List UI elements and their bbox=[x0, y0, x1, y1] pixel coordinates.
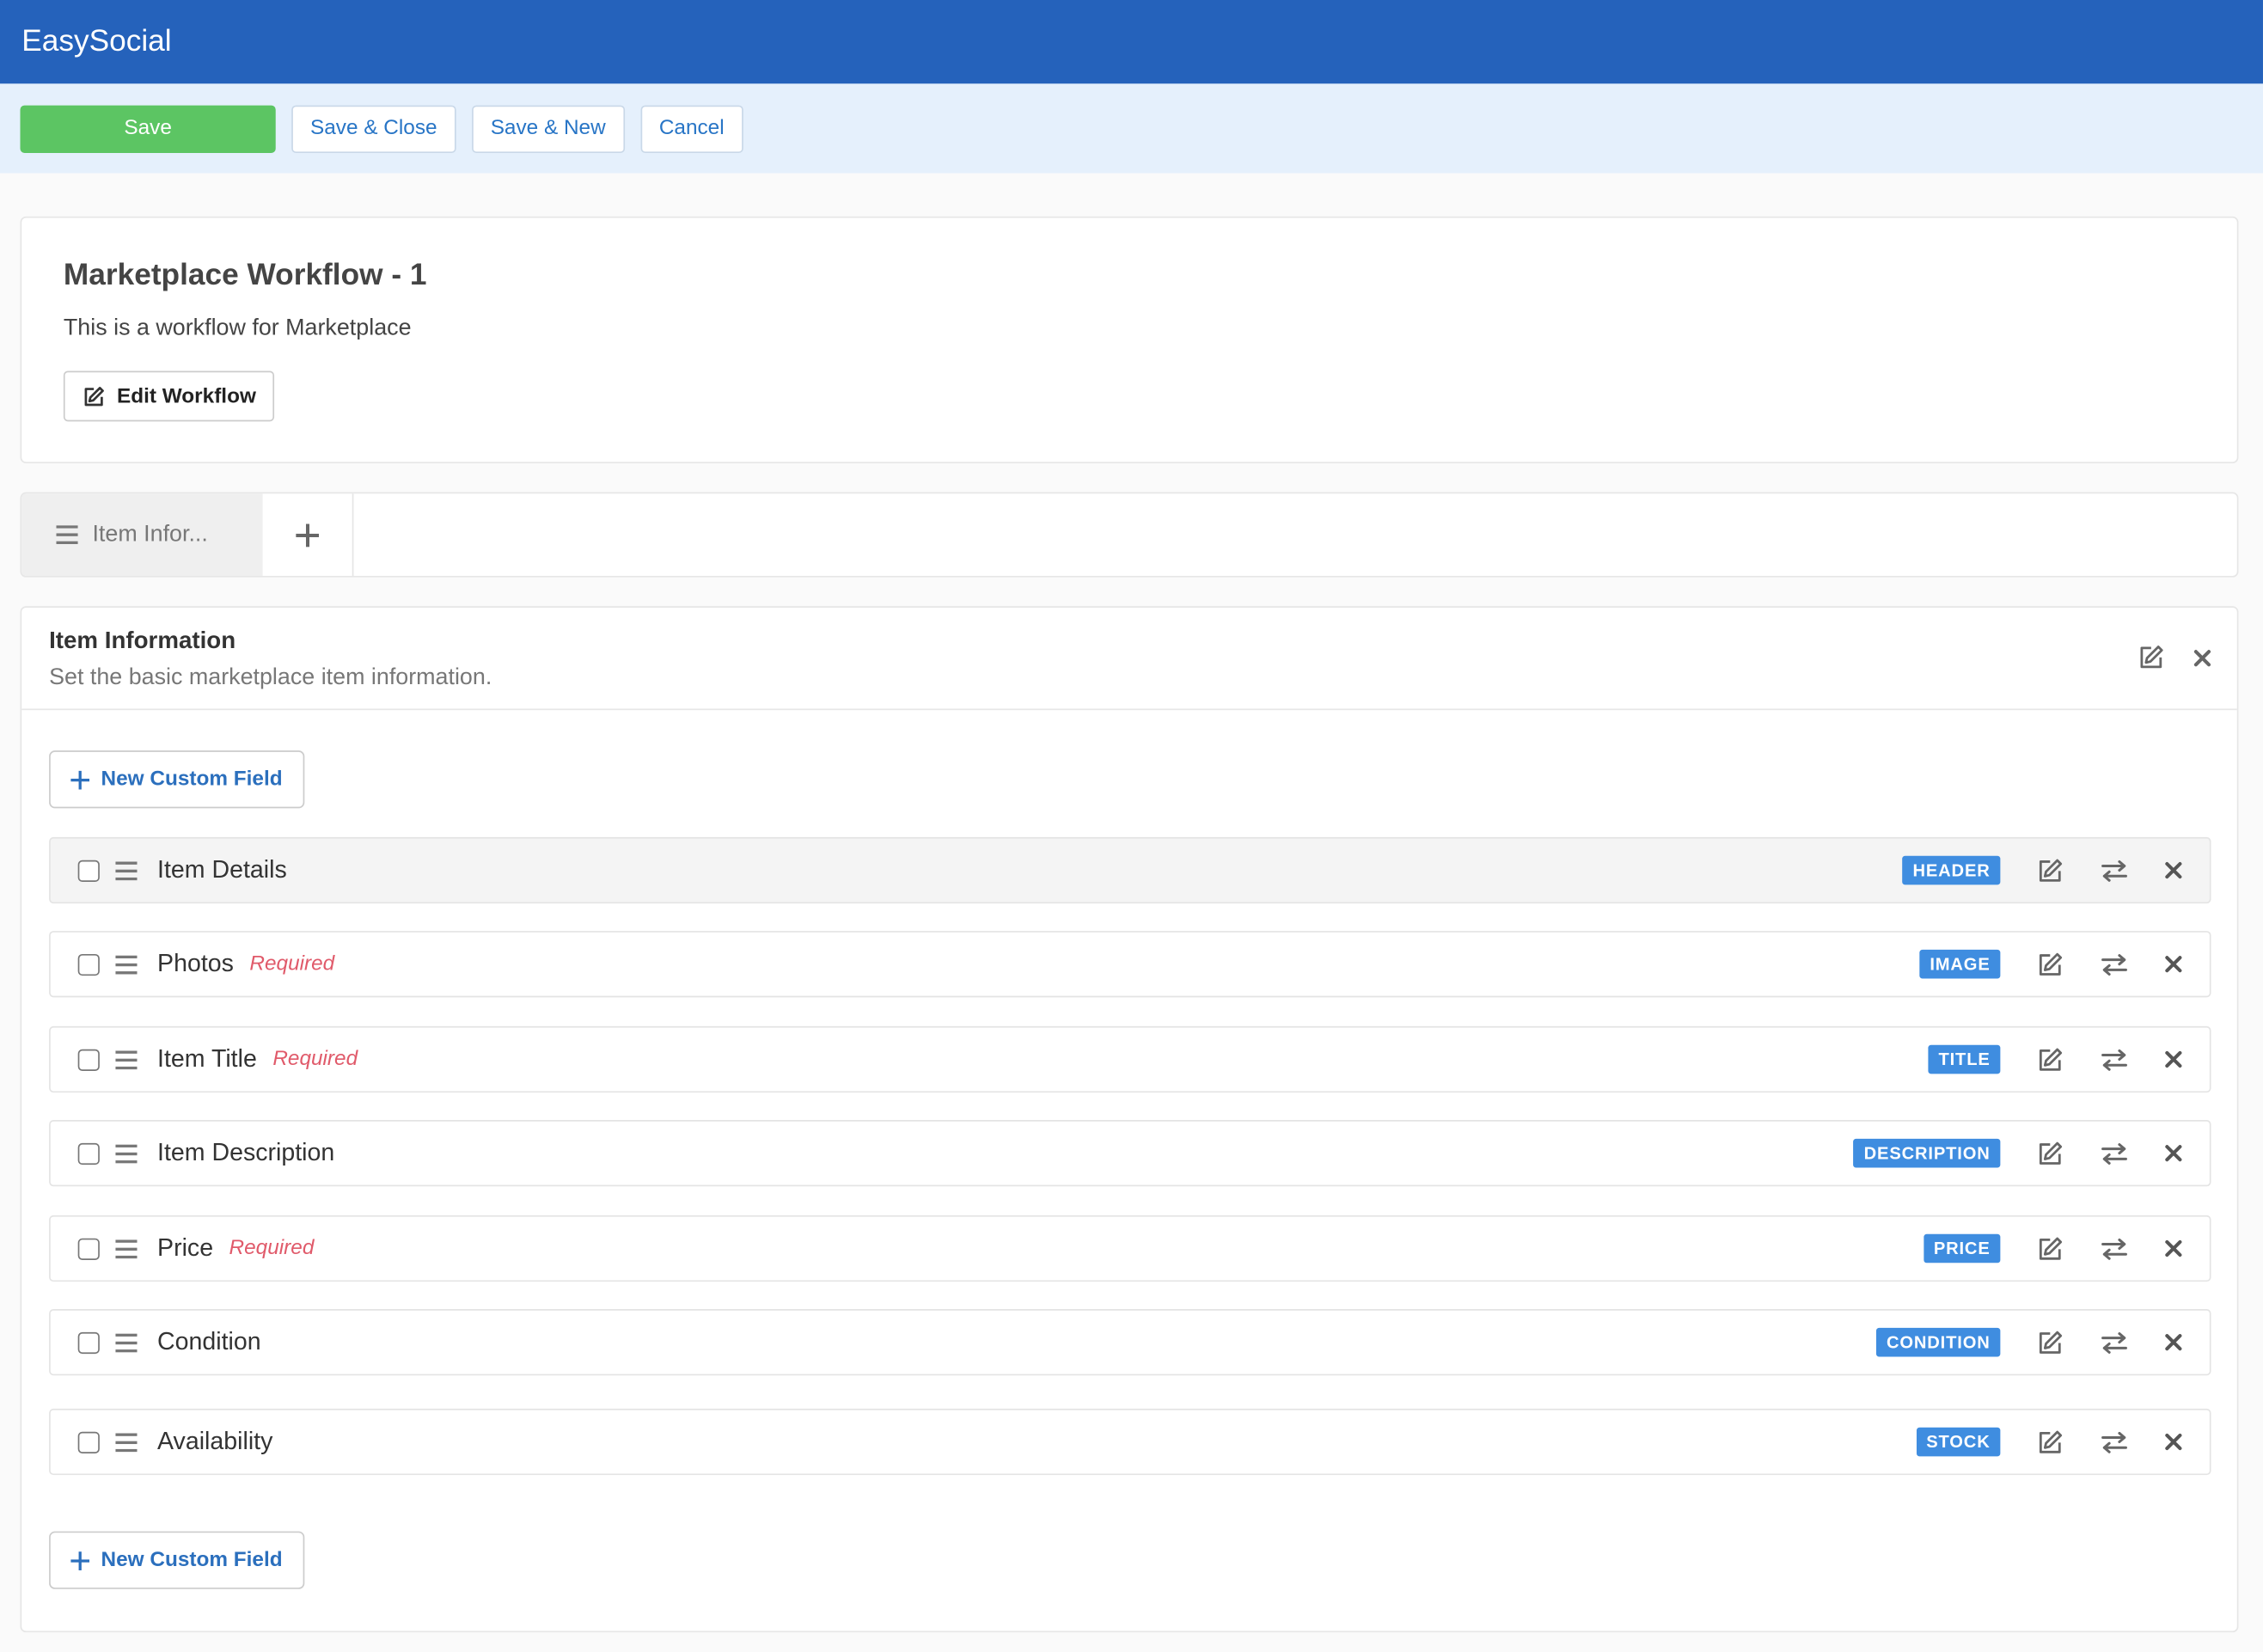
section-title: Item Information bbox=[49, 627, 236, 654]
workflow-title: Marketplace Workflow - 1 bbox=[63, 258, 427, 292]
edit-icon[interactable] bbox=[2036, 1429, 2064, 1456]
field-checkbox[interactable] bbox=[77, 953, 100, 976]
action-toolbar: Save Save & Close Save & New Cancel bbox=[0, 83, 2263, 174]
field-actions bbox=[2036, 1235, 2182, 1263]
field-type-badge: DESCRIPTION bbox=[1853, 1138, 2001, 1168]
section-actions bbox=[2138, 644, 2211, 671]
drag-handle-icon[interactable] bbox=[115, 1049, 138, 1069]
edit-icon[interactable] bbox=[2138, 644, 2165, 671]
cancel-button[interactable]: Cancel bbox=[639, 104, 743, 153]
step-tabs: Item Infor... bbox=[20, 492, 2239, 578]
close-icon[interactable] bbox=[2165, 1433, 2182, 1451]
field-label: Item Description bbox=[157, 1138, 335, 1166]
new-custom-field-label: New Custom Field bbox=[101, 1548, 283, 1572]
step-section: Item Information Set the basic marketpla… bbox=[20, 606, 2239, 1633]
tab-item-information[interactable]: Item Infor... bbox=[21, 493, 263, 577]
close-icon[interactable] bbox=[2165, 1145, 2182, 1162]
edit-icon[interactable] bbox=[2036, 1046, 2064, 1074]
plus-icon bbox=[70, 769, 90, 789]
field-row[interactable]: Price Required PRICE bbox=[49, 1215, 2211, 1282]
required-indicator: Required bbox=[229, 1237, 315, 1260]
swap-icon[interactable] bbox=[2101, 1142, 2127, 1165]
edit-icon[interactable] bbox=[2036, 951, 2064, 978]
edit-workflow-button[interactable]: Edit Workflow bbox=[63, 370, 275, 422]
new-custom-field-button[interactable]: New Custom Field bbox=[49, 1531, 304, 1589]
top-bar: EasySocial bbox=[0, 0, 2263, 84]
close-icon[interactable] bbox=[2193, 649, 2211, 666]
drag-handle-icon[interactable] bbox=[115, 954, 138, 974]
close-icon[interactable] bbox=[2165, 956, 2182, 973]
required-indicator: Required bbox=[272, 1048, 358, 1071]
field-checkbox[interactable] bbox=[77, 1331, 100, 1354]
field-type-badge: PRICE bbox=[1924, 1233, 2001, 1263]
app-title: EasySocial bbox=[21, 24, 172, 58]
new-custom-field-button[interactable]: New Custom Field bbox=[49, 750, 304, 809]
new-custom-field-label: New Custom Field bbox=[101, 768, 283, 792]
field-row[interactable]: Item Title Required TITLE bbox=[49, 1025, 2211, 1093]
field-row[interactable]: Condition CONDITION bbox=[49, 1309, 2211, 1376]
field-label: Condition bbox=[157, 1327, 261, 1355]
field-actions bbox=[2036, 1329, 2182, 1356]
field-checkbox[interactable] bbox=[77, 1048, 100, 1071]
edit-icon[interactable] bbox=[2036, 1329, 2064, 1356]
save-close-button[interactable]: Save & Close bbox=[291, 104, 456, 153]
field-label: Item Details bbox=[157, 855, 287, 884]
field-type-badge: CONDITION bbox=[1876, 1327, 2001, 1357]
edit-icon[interactable] bbox=[2036, 1140, 2064, 1167]
field-checkbox[interactable] bbox=[77, 1142, 100, 1165]
field-row[interactable]: Photos Required IMAGE bbox=[49, 931, 2211, 998]
swap-icon[interactable] bbox=[2101, 953, 2127, 976]
field-actions bbox=[2036, 1429, 2182, 1456]
required-indicator: Required bbox=[249, 952, 335, 976]
section-subtitle: Set the basic marketplace item informati… bbox=[49, 665, 492, 690]
field-row[interactable]: Item Details HEADER bbox=[49, 836, 2211, 904]
drag-handle-icon[interactable] bbox=[115, 860, 138, 880]
field-label: Photos bbox=[157, 949, 234, 977]
save-new-button[interactable]: Save & New bbox=[471, 104, 625, 153]
swap-icon[interactable] bbox=[2101, 1331, 2127, 1354]
field-label: Availability bbox=[157, 1427, 273, 1455]
plus-icon bbox=[296, 523, 320, 547]
close-icon[interactable] bbox=[2165, 861, 2182, 879]
field-checkbox[interactable] bbox=[77, 1430, 100, 1453]
tab-label: Item Infor... bbox=[92, 522, 208, 547]
workflow-description: This is a workflow for Marketplace bbox=[63, 315, 412, 341]
close-icon[interactable] bbox=[2165, 1239, 2182, 1257]
page: EasySocial Save Save & Close Save & New … bbox=[0, 0, 2263, 1652]
field-label: Price bbox=[157, 1233, 214, 1262]
drag-handle-icon[interactable] bbox=[115, 1143, 138, 1163]
field-actions bbox=[2036, 857, 2182, 884]
swap-icon[interactable] bbox=[2101, 1238, 2127, 1259]
drag-handle-icon[interactable] bbox=[115, 1432, 138, 1452]
edit-icon[interactable] bbox=[2036, 1235, 2064, 1263]
field-actions bbox=[2036, 1140, 2182, 1167]
save-button[interactable]: Save bbox=[20, 104, 276, 153]
field-label: Item Title bbox=[157, 1044, 257, 1073]
field-row[interactable]: Availability STOCK bbox=[49, 1408, 2211, 1476]
plus-icon bbox=[70, 1551, 90, 1570]
close-icon[interactable] bbox=[2165, 1334, 2182, 1351]
bars-icon bbox=[56, 525, 78, 545]
swap-icon[interactable] bbox=[2101, 1049, 2127, 1070]
field-type-badge: IMAGE bbox=[1919, 949, 2001, 979]
section-header: Item Information Set the basic marketpla… bbox=[21, 608, 2237, 711]
field-checkbox[interactable] bbox=[77, 1237, 100, 1260]
drag-handle-icon[interactable] bbox=[115, 1239, 138, 1258]
edit-icon bbox=[83, 385, 106, 408]
close-icon[interactable] bbox=[2165, 1050, 2182, 1068]
add-step-button[interactable] bbox=[263, 493, 354, 577]
edit-icon[interactable] bbox=[2036, 857, 2064, 884]
field-type-badge: TITLE bbox=[1928, 1044, 2001, 1074]
field-type-badge: HEADER bbox=[1902, 855, 2001, 885]
swap-icon[interactable] bbox=[2101, 860, 2127, 881]
field-type-badge: STOCK bbox=[1916, 1427, 2001, 1457]
workflow-card: Marketplace Workflow - 1 This is a workf… bbox=[20, 216, 2239, 464]
field-actions bbox=[2036, 1046, 2182, 1074]
field-checkbox[interactable] bbox=[77, 859, 100, 882]
edit-workflow-label: Edit Workflow bbox=[117, 384, 256, 408]
drag-handle-icon[interactable] bbox=[115, 1332, 138, 1352]
field-row[interactable]: Item Description DESCRIPTION bbox=[49, 1120, 2211, 1187]
field-actions bbox=[2036, 951, 2182, 978]
swap-icon[interactable] bbox=[2101, 1431, 2127, 1453]
